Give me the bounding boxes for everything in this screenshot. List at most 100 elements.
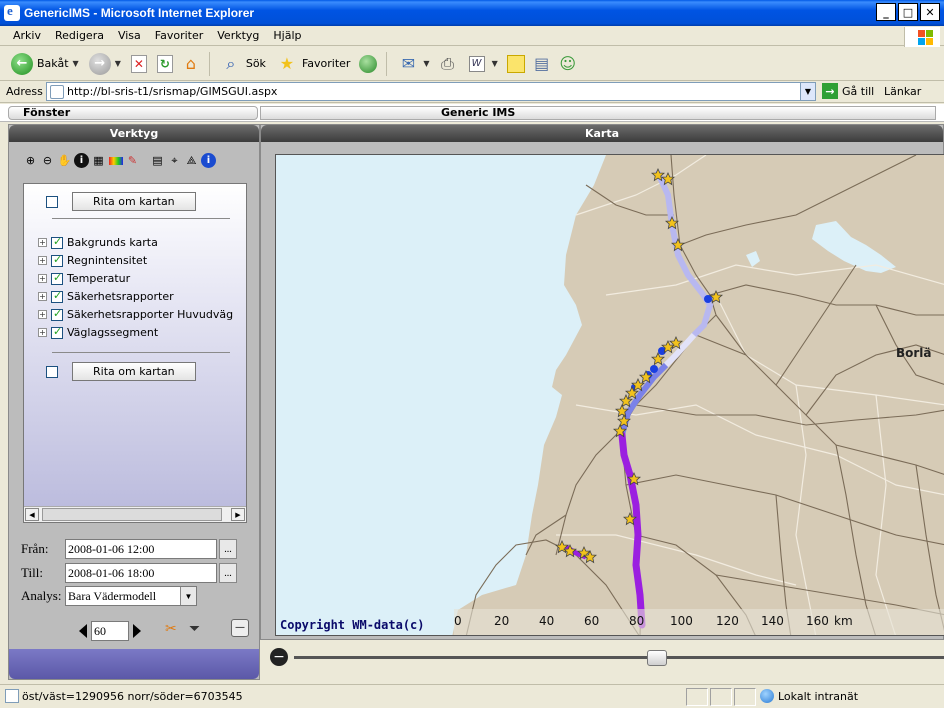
layer-item[interactable]: + Väglagssegment: [38, 325, 158, 339]
map-canvas[interactable]: Borlä Copyright WM-data(c) 0 20 40 60 80…: [275, 154, 944, 636]
to-input[interactable]: 2008-01-06 18:00: [65, 563, 217, 583]
layer-item[interactable]: + Bakgrunds karta: [38, 235, 158, 249]
mail-icon: ✉: [401, 54, 416, 73]
redraw-top-checkbox[interactable]: [46, 195, 58, 208]
mail-dropdown-icon[interactable]: ▼: [423, 59, 429, 68]
zoom-track[interactable]: [294, 656, 944, 659]
expand-icon[interactable]: +: [38, 256, 47, 265]
menu-edit[interactable]: Redigera: [48, 29, 111, 42]
from-picker-button[interactable]: ...: [219, 539, 237, 559]
scroll-thumb[interactable]: [42, 508, 222, 521]
layer-list-scrollbar[interactable]: ◀ ▶: [24, 506, 246, 522]
back-button[interactable]: ← Bakåt ▼: [8, 50, 82, 78]
maximize-button[interactable]: □: [898, 3, 918, 21]
layer-item[interactable]: + Säkerhetsrapporter: [38, 289, 174, 303]
zoom-in-icon[interactable]: ⊕: [23, 153, 38, 168]
zoom-knob[interactable]: [646, 650, 667, 666]
animate-icon[interactable]: ✂: [165, 621, 177, 637]
page-status-icon: [5, 689, 19, 703]
refresh-icon[interactable]: ↻: [154, 53, 176, 75]
analysis-dropdown-icon[interactable]: ▼: [180, 587, 196, 605]
layer-item[interactable]: + Säkerhetsrapporter Huvudväg: [38, 307, 233, 321]
analysis-select[interactable]: Bara Vädermodell ▼: [65, 586, 197, 606]
coordinate-readout: öst/väst=1290956 norr/söder=6703545: [22, 690, 243, 703]
edit-button[interactable]: W ▼: [463, 50, 501, 78]
history-icon[interactable]: [357, 53, 379, 75]
route-icon[interactable]: ⟁: [184, 153, 199, 168]
expand-icon[interactable]: +: [38, 292, 47, 301]
color-legend-icon[interactable]: [108, 153, 123, 168]
redraw-bottom-checkbox[interactable]: [46, 365, 58, 378]
expand-icon[interactable]: +: [38, 274, 47, 283]
layer-checkbox[interactable]: [51, 307, 63, 321]
address-input[interactable]: http://bl-sris-t1/srismap/GIMSGUI.aspx ▼: [46, 82, 816, 101]
research-icon[interactable]: ▤: [531, 53, 553, 75]
step-input[interactable]: 60: [91, 621, 129, 641]
menu-view[interactable]: Visa: [111, 29, 148, 42]
favorites-button[interactable]: ★ Favoriter: [273, 50, 353, 78]
layer-checkbox[interactable]: [51, 235, 63, 249]
scroll-right-icon[interactable]: ▶: [231, 508, 245, 521]
edit-dropdown-icon[interactable]: ▼: [492, 59, 498, 68]
identify-icon[interactable]: i: [74, 153, 89, 168]
address-label: Adress: [6, 85, 43, 98]
filter-icon[interactable]: ⏷: [189, 621, 200, 637]
analysis-label: Analys:: [21, 588, 62, 603]
window-menu-tab[interactable]: Fönster: [8, 106, 258, 120]
expand-icon[interactable]: +: [38, 310, 47, 319]
links-toolbar[interactable]: Länkar: [884, 85, 921, 98]
browser-toolbar: ← Bakåt ▼ → ▼ ✕ ↻ ⌂ ⌕ Sök ★ Favoriter ✉ …: [0, 47, 944, 81]
home-icon[interactable]: ⌂: [180, 53, 202, 75]
info-icon[interactable]: i: [201, 153, 216, 168]
map-svg[interactable]: Borlä Copyright WM-data(c) 0 20 40 60 80…: [276, 155, 944, 636]
menu-tools[interactable]: Verktyg: [210, 29, 266, 42]
mail-button[interactable]: ✉ ▼: [394, 50, 432, 78]
forward-dropdown-icon[interactable]: ▼: [115, 59, 121, 68]
menu-help[interactable]: Hjälp: [266, 29, 308, 42]
back-dropdown-icon[interactable]: ▼: [73, 59, 79, 68]
close-button[interactable]: ✕: [920, 3, 940, 21]
zoom-out-icon[interactable]: ⊖: [40, 153, 55, 168]
to-field: Till: 2008-01-06 18:00 ...: [21, 563, 237, 583]
stop-icon[interactable]: ✕: [128, 53, 150, 75]
layer-item[interactable]: + Regnintensitet: [38, 253, 147, 267]
minimize-button[interactable]: _: [876, 3, 896, 21]
table-icon[interactable]: ▤: [150, 153, 165, 168]
messenger-icon[interactable]: ☺: [557, 53, 579, 75]
forward-button[interactable]: → ▼: [86, 50, 124, 78]
select-icon[interactable]: ▦: [91, 153, 106, 168]
layer-item[interactable]: + Temperatur: [38, 271, 130, 285]
step-prev-icon[interactable]: [79, 624, 87, 638]
layer-checkbox[interactable]: [51, 271, 63, 285]
step-next-icon[interactable]: [133, 624, 141, 638]
scale-tick: 160: [806, 614, 829, 628]
redraw-map-button-top[interactable]: Rita om kartan: [72, 192, 196, 211]
eraser-icon[interactable]: ✎: [125, 153, 140, 168]
map-panel-title: Karta: [261, 125, 943, 142]
address-dropdown-icon[interactable]: ▼: [800, 83, 815, 100]
map-tool-icons: ⊕ ⊖ ✋ i ▦ ✎ ▤ ⌖ ⟁ i: [23, 153, 216, 168]
print-icon[interactable]: ⎙: [437, 53, 459, 75]
layer-checkbox[interactable]: [51, 289, 63, 303]
zoom-out-button[interactable]: −: [270, 648, 288, 666]
layer-checkbox[interactable]: [51, 253, 63, 267]
measure-icon[interactable]: ⌖: [167, 153, 182, 168]
layer-checkbox[interactable]: [51, 325, 63, 339]
menu-file[interactable]: Arkiv: [6, 29, 48, 42]
to-picker-button[interactable]: ...: [219, 563, 237, 583]
zone-label: Lokalt intranät: [778, 689, 859, 703]
go-button[interactable]: → Gå till: [822, 83, 874, 99]
note-icon[interactable]: [505, 53, 527, 75]
expand-icon[interactable]: +: [38, 238, 47, 247]
menu-favorites[interactable]: Favoriter: [148, 29, 210, 42]
expand-icon[interactable]: +: [38, 328, 47, 337]
scale-tick: 0: [454, 614, 462, 628]
redraw-map-button-bottom[interactable]: Rita om kartan: [72, 362, 196, 381]
pan-hand-icon[interactable]: ✋: [57, 153, 72, 168]
search-button[interactable]: ⌕ Sök: [217, 50, 269, 78]
collapse-panel-button[interactable]: —: [231, 619, 249, 637]
app-title: Generic IMS: [260, 106, 936, 120]
scroll-left-icon[interactable]: ◀: [25, 508, 39, 521]
go-arrow-icon: →: [822, 83, 838, 99]
from-input[interactable]: 2008-01-06 12:00: [65, 539, 217, 559]
